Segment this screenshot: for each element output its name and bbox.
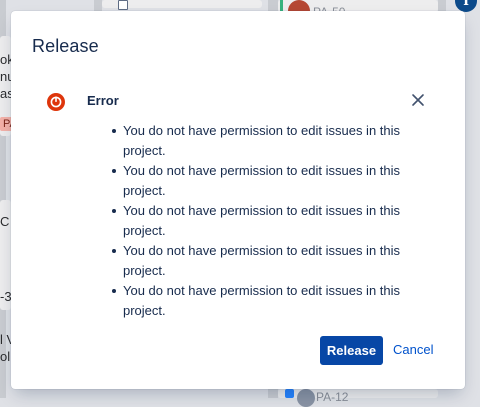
error-icon [47,93,65,111]
background-text-fragment: -3 [0,289,12,304]
error-message: You do not have permission to edit issue… [112,241,423,281]
cancel-button[interactable]: Cancel [393,343,433,356]
background-text-fragment: C [0,214,10,229]
release-dialog: Release Error You do not have permission… [11,11,465,389]
error-message: You do not have permission to edit issue… [112,281,423,321]
assignee-avatar [297,389,315,407]
card-icon [118,0,128,10]
error-message-list: You do not have permission to edit issue… [112,121,423,321]
error-message: You do not have permission to edit issue… [112,161,423,201]
error-message: You do not have permission to edit issue… [112,121,423,161]
error-message: You do not have permission to edit issue… [112,201,423,241]
issue-type-icon [285,389,294,398]
error-title: Error [87,93,119,108]
dialog-title: Release [32,36,99,56]
background-text-fragment: ol [0,349,11,364]
issue-key: PA-12 [316,390,349,404]
close-icon[interactable] [409,91,427,109]
release-button[interactable]: Release [320,336,383,365]
column-divider [268,388,278,398]
